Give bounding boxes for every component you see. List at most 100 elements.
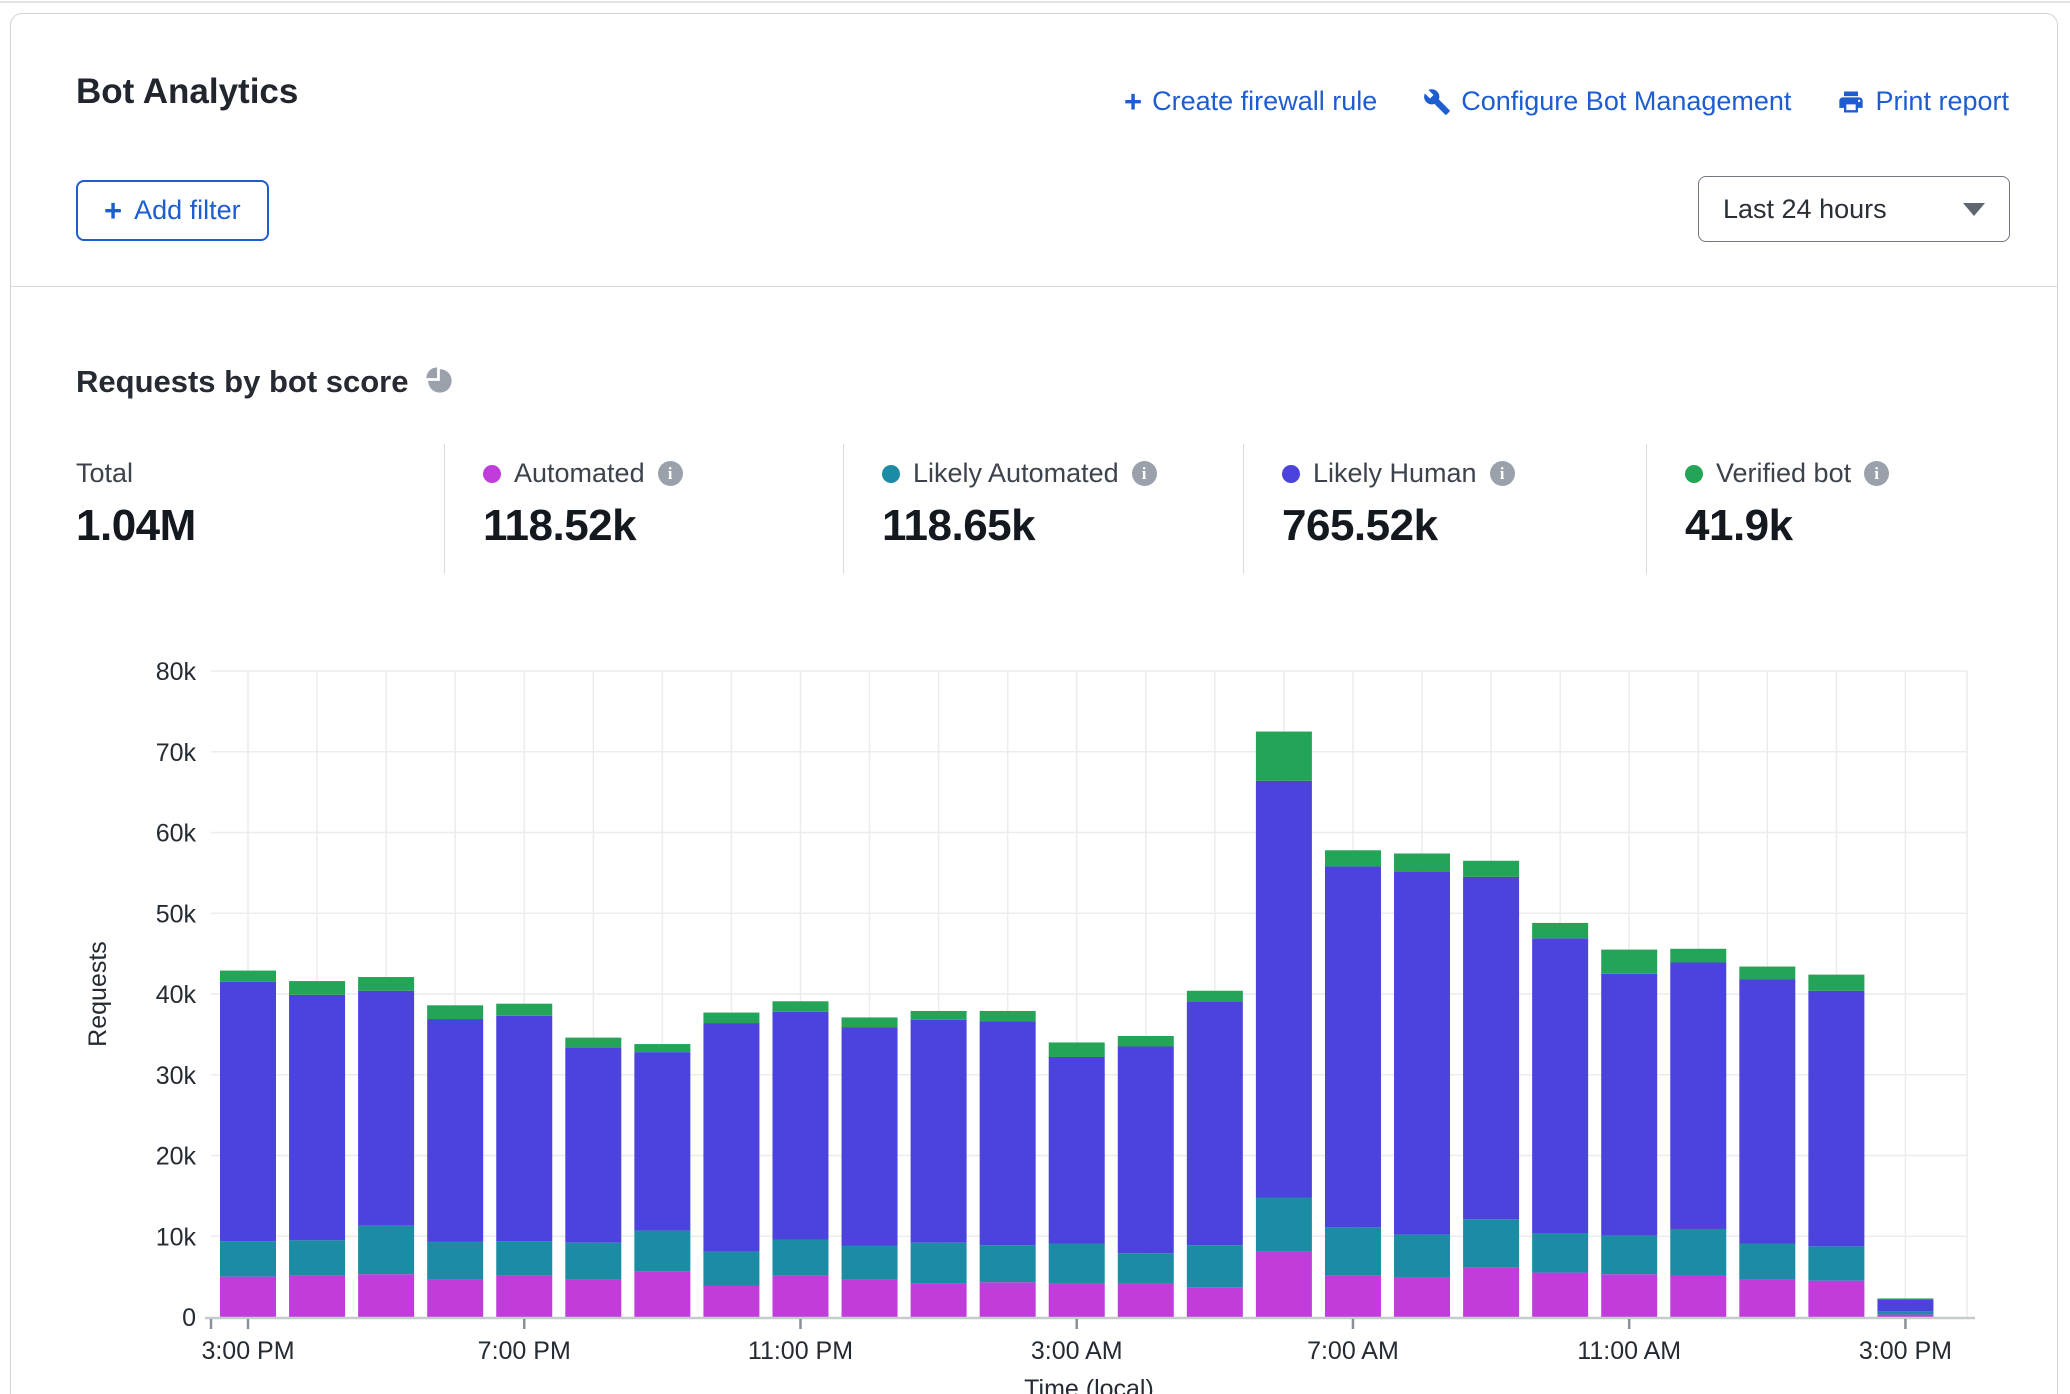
bar-segment-likely-automated[interactable] <box>703 1252 759 1286</box>
bar-segment-automated[interactable] <box>703 1286 759 1317</box>
create-firewall-rule-link[interactable]: + Create firewall rule <box>1124 86 1377 117</box>
bar-segment-likely-automated[interactable] <box>427 1242 483 1279</box>
bar-segment-likely-human[interactable] <box>980 1021 1036 1245</box>
bar-segment-likely-human[interactable] <box>1601 974 1657 1236</box>
bar-segment-likely-automated[interactable] <box>1532 1233 1588 1273</box>
bar-segment-likely-automated[interactable] <box>1670 1229 1726 1275</box>
bar-segment-likely-human[interactable] <box>565 1047 621 1242</box>
bar-segment-verified-bot[interactable] <box>289 981 345 995</box>
bar-segment-likely-automated[interactable] <box>842 1246 898 1280</box>
bar-segment-likely-human[interactable] <box>703 1023 759 1252</box>
bar-segment-likely-human[interactable] <box>1256 781 1312 1198</box>
bar-segment-likely-human[interactable] <box>1877 1299 1933 1311</box>
time-range-select[interactable]: Last 24 hours <box>1698 176 2010 242</box>
bar-segment-automated[interactable] <box>1325 1276 1381 1317</box>
bar-segment-verified-bot[interactable] <box>1532 923 1588 938</box>
bar-segment-automated[interactable] <box>1394 1277 1450 1317</box>
bar-segment-likely-human[interactable] <box>1808 991 1864 1247</box>
bar-segment-likely-human[interactable] <box>1049 1057 1105 1244</box>
bar-segment-verified-bot[interactable] <box>980 1011 1036 1021</box>
bar-segment-likely-automated[interactable] <box>1256 1197 1312 1251</box>
bar-segment-verified-bot[interactable] <box>220 971 276 982</box>
bar-segment-verified-bot[interactable] <box>1670 949 1726 963</box>
bar-segment-verified-bot[interactable] <box>1463 861 1519 877</box>
bar-segment-likely-human[interactable] <box>1739 979 1795 1243</box>
bar-segment-likely-human[interactable] <box>1394 871 1450 1234</box>
bar-segment-verified-bot[interactable] <box>911 1011 967 1020</box>
bar-segment-likely-automated[interactable] <box>1325 1227 1381 1275</box>
bar-segment-likely-human[interactable] <box>1463 877 1519 1219</box>
bar-segment-automated[interactable] <box>1463 1268 1519 1317</box>
bar-segment-verified-bot[interactable] <box>1118 1036 1174 1046</box>
bar-segment-likely-automated[interactable] <box>1049 1244 1105 1284</box>
bar-segment-verified-bot[interactable] <box>1601 950 1657 974</box>
bar-segment-automated[interactable] <box>634 1272 690 1317</box>
bar-segment-likely-human[interactable] <box>772 1012 828 1240</box>
bar-segment-automated[interactable] <box>1739 1279 1795 1317</box>
bar-segment-verified-bot[interactable] <box>496 1004 552 1016</box>
bar-segment-likely-human[interactable] <box>358 991 414 1226</box>
bar-segment-likely-automated[interactable] <box>1808 1246 1864 1280</box>
bar-segment-likely-automated[interactable] <box>1739 1244 1795 1280</box>
bar-segment-automated[interactable] <box>1670 1275 1726 1317</box>
bar-segment-verified-bot[interactable] <box>634 1044 690 1052</box>
bar-segment-likely-automated[interactable] <box>1877 1311 1933 1314</box>
bar-segment-verified-bot[interactable] <box>842 1017 898 1027</box>
bar-segment-automated[interactable] <box>1118 1284 1174 1317</box>
bar-segment-verified-bot[interactable] <box>1049 1042 1105 1057</box>
bar-segment-likely-human[interactable] <box>1670 963 1726 1229</box>
bar-segment-likely-automated[interactable] <box>911 1243 967 1283</box>
print-report-link[interactable]: Print report <box>1837 86 2009 117</box>
bar-segment-likely-automated[interactable] <box>1601 1235 1657 1274</box>
bar-segment-verified-bot[interactable] <box>427 1005 483 1019</box>
bar-segment-automated[interactable] <box>1601 1274 1657 1317</box>
bar-segment-likely-automated[interactable] <box>634 1231 690 1272</box>
bar-segment-likely-automated[interactable] <box>565 1243 621 1280</box>
bar-segment-automated[interactable] <box>1808 1281 1864 1317</box>
bar-segment-verified-bot[interactable] <box>1739 967 1795 980</box>
bar-segment-verified-bot[interactable] <box>772 1001 828 1011</box>
bar-segment-likely-automated[interactable] <box>1394 1235 1450 1278</box>
bar-segment-verified-bot[interactable] <box>1394 853 1450 871</box>
bar-segment-automated[interactable] <box>842 1280 898 1317</box>
bar-segment-automated[interactable] <box>1256 1252 1312 1317</box>
bar-segment-likely-automated[interactable] <box>496 1241 552 1276</box>
bar-segment-likely-human[interactable] <box>634 1052 690 1230</box>
bar-segment-automated[interactable] <box>772 1276 828 1317</box>
bar-segment-likely-human[interactable] <box>842 1027 898 1246</box>
bar-segment-likely-human[interactable] <box>1532 938 1588 1233</box>
bar-segment-automated[interactable] <box>427 1279 483 1317</box>
bar-segment-verified-bot[interactable] <box>1325 850 1381 866</box>
bar-segment-likely-human[interactable] <box>496 1016 552 1241</box>
bar-segment-automated[interactable] <box>1187 1287 1243 1317</box>
bar-segment-likely-human[interactable] <box>427 1019 483 1242</box>
bar-segment-likely-human[interactable] <box>1118 1046 1174 1253</box>
bar-segment-automated[interactable] <box>1532 1273 1588 1317</box>
bar-segment-verified-bot[interactable] <box>1808 975 1864 991</box>
bar-segment-automated[interactable] <box>911 1283 967 1317</box>
info-icon[interactable]: i <box>1490 461 1515 486</box>
bar-segment-likely-automated[interactable] <box>1463 1219 1519 1267</box>
bar-segment-verified-bot[interactable] <box>358 977 414 991</box>
bar-segment-likely-human[interactable] <box>1325 866 1381 1227</box>
bar-segment-likely-human[interactable] <box>911 1020 967 1243</box>
bar-segment-verified-bot[interactable] <box>565 1038 621 1048</box>
bar-segment-verified-bot[interactable] <box>1877 1298 1933 1299</box>
bar-segment-likely-automated[interactable] <box>358 1226 414 1274</box>
info-icon[interactable]: i <box>658 461 683 486</box>
bar-segment-likely-automated[interactable] <box>980 1245 1036 1282</box>
bar-segment-verified-bot[interactable] <box>1256 732 1312 781</box>
bar-segment-automated[interactable] <box>1049 1284 1105 1317</box>
bar-segment-automated[interactable] <box>980 1282 1036 1317</box>
bar-segment-automated[interactable] <box>1877 1315 1933 1317</box>
bar-segment-likely-human[interactable] <box>220 982 276 1241</box>
bar-segment-automated[interactable] <box>358 1274 414 1317</box>
bar-segment-likely-automated[interactable] <box>1118 1253 1174 1284</box>
bar-segment-likely-human[interactable] <box>1187 1001 1243 1245</box>
bar-segment-likely-automated[interactable] <box>772 1239 828 1275</box>
bar-segment-automated[interactable] <box>220 1277 276 1317</box>
add-filter-button[interactable]: + Add filter <box>76 180 269 241</box>
bar-segment-automated[interactable] <box>565 1280 621 1317</box>
info-icon[interactable]: i <box>1132 461 1157 486</box>
bar-segment-verified-bot[interactable] <box>703 1013 759 1023</box>
